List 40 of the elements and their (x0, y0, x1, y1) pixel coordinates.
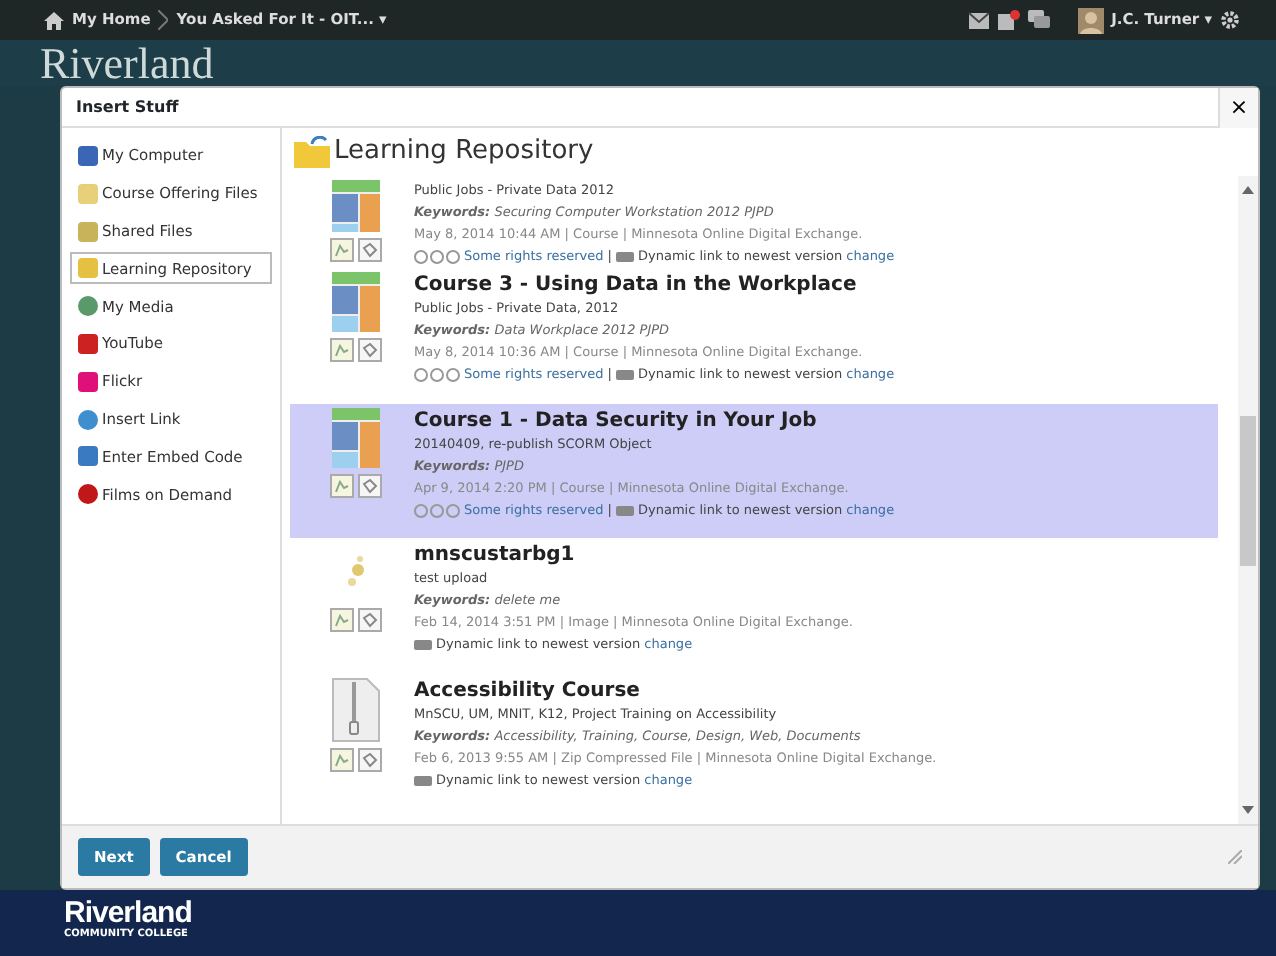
footer-logo: Riverland (64, 898, 194, 928)
item-title: Accessibility Course (414, 677, 642, 703)
zip-file-icon (332, 677, 380, 741)
chat-icon[interactable] (1027, 10, 1050, 30)
tag-icon[interactable] (358, 238, 382, 262)
scrollbar[interactable] (1238, 176, 1258, 824)
resize-grip-icon[interactable] (1228, 850, 1242, 864)
tag-icon[interactable] (358, 747, 382, 771)
preview-icon[interactable] (330, 747, 354, 771)
user-avatar[interactable] (1077, 7, 1104, 33)
close-button[interactable]: × (1218, 87, 1258, 127)
license-icon (414, 368, 460, 382)
license-icon (414, 250, 460, 264)
document-thumbnail (332, 180, 380, 232)
section-heading: Learning Repository (334, 134, 594, 171)
preview-icon[interactable] (330, 338, 354, 362)
tag-icon[interactable] (358, 473, 382, 497)
item-title: Course 1 - Data Security in Your Job (414, 407, 819, 433)
item-title: mnscustarbg1 (414, 542, 577, 568)
alert-icon[interactable] (997, 10, 1020, 30)
dialog-title: Insert Stuff (76, 95, 181, 119)
item-title: Course 3 - Using Data in the Workplace (414, 272, 859, 298)
home-icon[interactable] (44, 11, 64, 29)
document-thumbnail (332, 272, 380, 332)
settings-icon[interactable] (1220, 10, 1240, 30)
image-thumbnail (348, 556, 364, 588)
scroll-down-icon[interactable] (1242, 804, 1254, 816)
scrollbar-thumb[interactable] (1240, 416, 1256, 566)
tag-icon[interactable] (358, 608, 382, 632)
preview-icon[interactable] (330, 238, 354, 262)
license-icon (414, 503, 460, 517)
document-thumbnail (332, 407, 380, 467)
tag-icon[interactable] (358, 338, 382, 362)
chevron-icon (158, 10, 169, 30)
repository-item[interactable] (290, 403, 1218, 538)
preview-icon[interactable] (330, 473, 354, 497)
preview-icon[interactable] (330, 608, 354, 632)
scroll-up-icon[interactable] (1242, 184, 1254, 196)
email-icon[interactable] (967, 11, 990, 29)
logo-text: Riverland (40, 38, 214, 88)
